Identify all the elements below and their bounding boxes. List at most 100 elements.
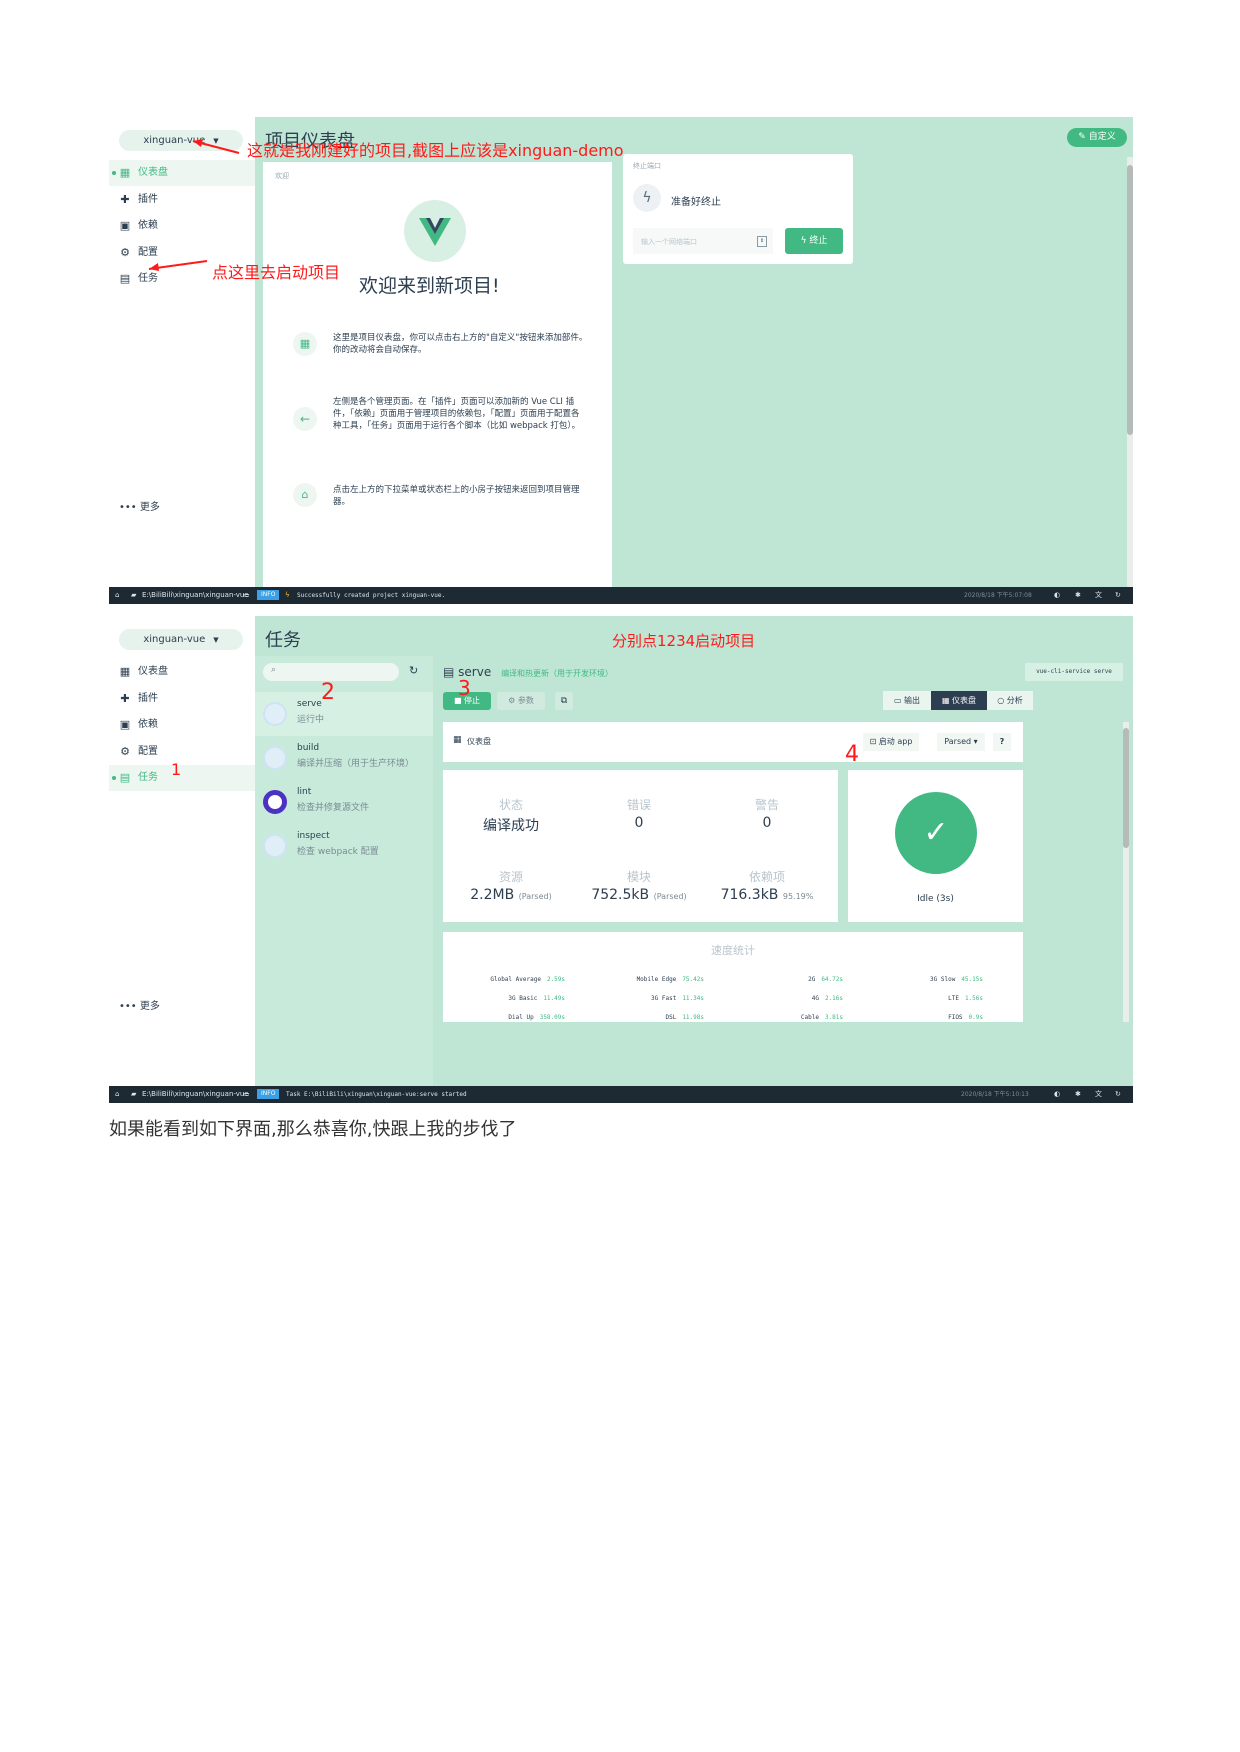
- task-item-inspect[interactable]: inspect 检查 webpack 配置: [255, 824, 433, 868]
- settings-icon: ⚙: [120, 745, 130, 758]
- speed-value: 3.81s: [824, 1014, 843, 1021]
- check-icon: ✓: [895, 792, 977, 874]
- speed-value: 2.16s: [824, 995, 843, 1002]
- project-path[interactable]: E:\BiliBili\xinguan\xinguan-vue: [142, 1086, 249, 1103]
- stat-errors: 错误 0: [579, 796, 699, 831]
- sidebar: xinguan-vue ▼ ▦ 仪表盘 ✚ 插件 ▣ 依赖 ⚙ 配置 ▤ 任务 ••• 更多: [109, 616, 256, 1086]
- stat-label: 警告: [754, 798, 779, 812]
- clock-text: 2020/8/18 下午5:10:13: [961, 1091, 1029, 1098]
- home-icon[interactable]: ⌂: [115, 1086, 119, 1103]
- speed-row: 3G Basic 11.49s: [508, 995, 565, 1002]
- screenshot-tasks: xinguan-vue ▼ ▦ 仪表盘 ✚ 插件 ▣ 依赖 ⚙ 配置 ▤ 任务 ••• 更多…: [109, 616, 1133, 1103]
- speed-value: 64.72s: [821, 976, 843, 983]
- stat-value: 0: [762, 815, 772, 831]
- search-input[interactable]: ⌕: [263, 663, 399, 681]
- speed-row: LTE 1.56s: [948, 995, 983, 1002]
- bug-icon[interactable]: ✱: [1075, 1086, 1081, 1103]
- gear-icon: ⚙: [508, 696, 516, 705]
- sidebar-item-config[interactable]: ⚙ 配置: [109, 739, 255, 765]
- speed-key: 4G: [811, 995, 819, 1002]
- speed-key: 3G Fast: [651, 995, 677, 1002]
- build-stats: 状态 编译成功 错误 0 警告 0 资源 2.2MB (Parsed) 模块 752.5k…: [443, 770, 838, 922]
- contrast-icon[interactable]: ◐: [1054, 1086, 1060, 1103]
- scrollbar[interactable]: [1123, 722, 1129, 1022]
- speed-value: 75.42s: [682, 976, 704, 983]
- params-button[interactable]: ⚙ 参数: [497, 692, 545, 710]
- webpack-icon: [263, 702, 287, 726]
- annotation-arrows: [148, 139, 240, 271]
- sidebar-item-dashboard[interactable]: ▦ 仪表盘: [109, 659, 255, 685]
- log-level-badge: INFO: [257, 1089, 280, 1099]
- refresh-icon[interactable]: ↻: [1115, 1086, 1121, 1103]
- task-desc: 编译并压缩（用于生产环境）: [297, 759, 415, 769]
- task-desc: 检查并修复源文件: [297, 803, 370, 813]
- annotation-number: 4: [845, 742, 859, 767]
- task-list: ⌕ ↻ serve 运行中 build 编译并压缩（用于生产环境） lint 检查并修…: [255, 656, 433, 1086]
- stat-label: 资源: [498, 870, 523, 884]
- stat-value: 752.5kB: [591, 887, 650, 903]
- open-app-button[interactable]: ⊡ 启动 app: [863, 733, 919, 751]
- idle-label: Idle (3s): [917, 894, 954, 904]
- mode-select[interactable]: Parsed ▾: [937, 733, 985, 751]
- speed-value: 11.49s: [543, 995, 565, 1002]
- sidebar-item-plugins[interactable]: ✚ 插件: [109, 686, 255, 712]
- analyze-tab[interactable]: ○ 分析: [987, 691, 1033, 710]
- speed-value: 2.59s: [546, 976, 565, 983]
- project-name: xinguan-vue: [143, 634, 206, 645]
- stat-status: 状态 编译成功: [451, 796, 571, 835]
- speed-value: 45.15s: [961, 976, 983, 983]
- speed-row: 3G Slow 45.15s: [930, 976, 983, 983]
- task-item-serve[interactable]: serve 运行中: [255, 692, 433, 736]
- stat-label: 状态: [498, 798, 523, 812]
- open-app-label: 启动 app: [878, 737, 913, 746]
- status-bar: ⌂ ▰ E:\BiliBili\xinguan\xinguan-vue ▭ IN…: [109, 1086, 1133, 1103]
- sidebar-more[interactable]: ••• 更多: [119, 997, 160, 1012]
- stat-value: 编译成功: [483, 818, 539, 834]
- dashboard-tab[interactable]: ▦ 仪表盘: [931, 691, 987, 710]
- dashboard-icon: ▦: [119, 665, 131, 678]
- speed-key: 3G Basic: [508, 995, 538, 1002]
- task-name: build: [297, 743, 320, 753]
- help-icon[interactable]: ?: [993, 733, 1011, 751]
- caption-text: 如果能看到如下界面,那么恭喜你,快跟上我的步伐了: [109, 1119, 517, 1140]
- annotation-text: 分别点1234启动项目: [612, 632, 756, 650]
- sidebar-item-label: 插件: [138, 693, 158, 704]
- speed-key: Cable: [800, 1014, 819, 1021]
- dashboard-icon: ▦: [941, 696, 950, 705]
- project-selector[interactable]: xinguan-vue ▼: [119, 629, 243, 650]
- speed-key: LTE: [948, 995, 959, 1002]
- terminal-icon: ▭: [893, 696, 902, 705]
- chevron-down-icon: ▼: [213, 636, 219, 644]
- output-tab[interactable]: ▭ 输出: [883, 691, 931, 710]
- open-external-icon[interactable]: ⧉: [555, 692, 573, 710]
- clipboard-icon: ▤: [443, 665, 455, 679]
- build-status-widget: ✓ Idle (3s): [848, 770, 1023, 922]
- speed-row: Cable 3.81s: [801, 1014, 843, 1021]
- stat-dependencies: 依赖项 716.3kB 95.19%: [707, 868, 827, 903]
- stat-label: 依赖项: [748, 870, 785, 884]
- refresh-icon[interactable]: ↻: [409, 664, 418, 677]
- log-message[interactable]: Task E:\BiliBili\xinguan\xinguan-vue:ser…: [286, 1086, 467, 1103]
- window-icon: ⊡: [869, 737, 877, 746]
- speed-key: Dial Up: [508, 1014, 534, 1021]
- speed-value: 11.98s: [682, 1014, 704, 1021]
- stat-modules: 模块 752.5kB (Parsed): [579, 868, 699, 903]
- puzzle-icon: ✚: [120, 692, 130, 705]
- speed-row: Global Average 2.59s: [490, 976, 565, 983]
- sidebar-item-tasks[interactable]: ▤ 任务: [109, 765, 255, 791]
- speed-key: DSL: [665, 1014, 677, 1021]
- task-item-build[interactable]: build 编译并压缩（用于生产环境）: [255, 736, 433, 780]
- sidebar-item-dependencies[interactable]: ▣ 依赖: [109, 712, 255, 738]
- circle-icon: ○: [997, 696, 1005, 705]
- stat-label: 错误: [626, 798, 651, 812]
- task-desc: 检查 webpack 配置: [297, 847, 379, 857]
- speed-row: FIOS 0.9s: [948, 1014, 983, 1021]
- more-icon: •••: [119, 1001, 137, 1012]
- log-icon: ▭: [243, 1090, 250, 1098]
- stat-value: 0: [634, 815, 644, 831]
- speed-key: 2G: [808, 976, 816, 983]
- task-command: vue-cli-service serve: [1025, 663, 1123, 681]
- translate-icon[interactable]: 文: [1095, 1086, 1102, 1103]
- task-item-lint[interactable]: lint 检查并修复源文件: [255, 780, 433, 824]
- annotation-number: 1: [171, 760, 182, 779]
